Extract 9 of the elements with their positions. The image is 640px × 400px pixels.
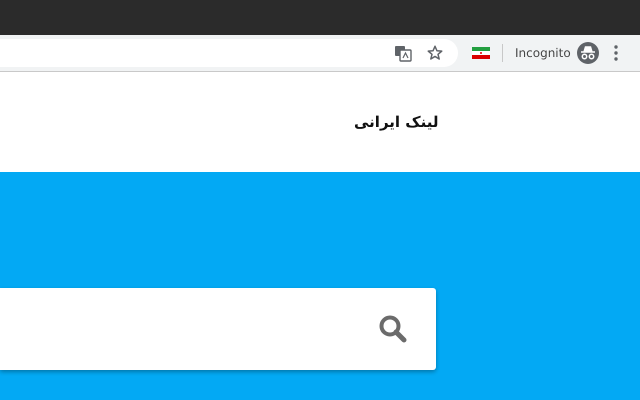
site-title[interactable]: لینک ایرانی bbox=[354, 113, 439, 131]
incognito-icon[interactable] bbox=[576, 42, 599, 64]
profile-label[interactable]: Incognito bbox=[515, 46, 571, 60]
translate-icon[interactable] bbox=[394, 44, 412, 62]
star-icon[interactable] bbox=[426, 44, 444, 62]
menu-icon[interactable] bbox=[614, 45, 618, 61]
flag-icon[interactable] bbox=[472, 47, 490, 59]
search-field[interactable] bbox=[0, 288, 436, 370]
search-icon[interactable] bbox=[378, 314, 408, 344]
